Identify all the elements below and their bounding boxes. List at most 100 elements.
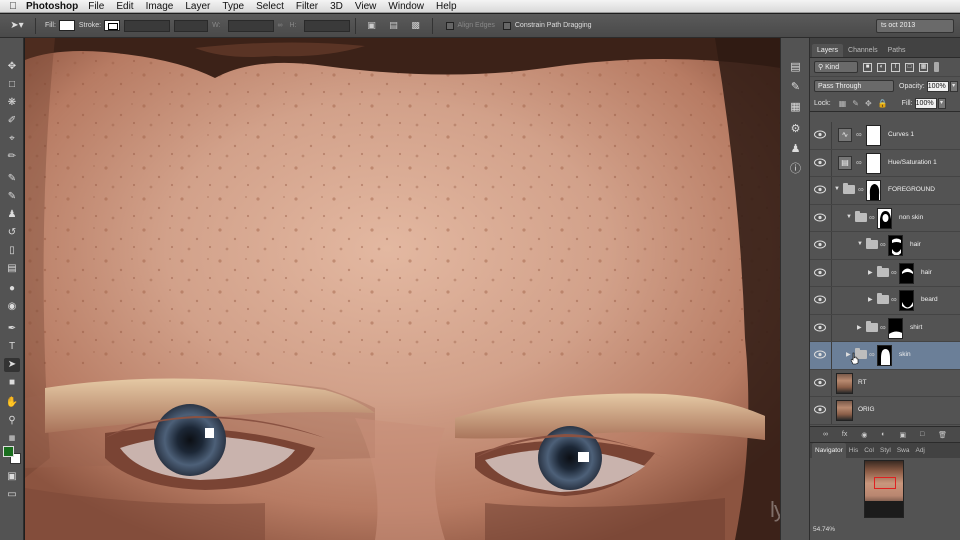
visibility-eye-icon[interactable]: [814, 295, 826, 304]
lasso-tool-icon[interactable]: ❋: [4, 96, 20, 110]
layer-row-beard-group[interactable]: ▶ ∞ beard: [810, 287, 960, 315]
visibility-eye-icon[interactable]: [814, 130, 826, 139]
layer-row-rt[interactable]: RT: [810, 369, 960, 397]
tab-paths[interactable]: Paths: [883, 44, 911, 57]
shape-tool-icon[interactable]: ■: [4, 376, 20, 390]
opacity-dropdown-icon[interactable]: ▾: [949, 80, 958, 92]
fill-dropdown-icon[interactable]: ▾: [937, 97, 946, 109]
path-selection-tool-icon[interactable]: ➤: [4, 358, 20, 372]
info-icon[interactable]: ⓘ: [787, 162, 804, 177]
lock-position-icon[interactable]: ✥: [865, 99, 872, 108]
tab-adjustments[interactable]: Adj: [912, 447, 927, 454]
new-group-icon[interactable]: ▣: [899, 431, 906, 439]
clone-stamp-tool-icon[interactable]: ♟: [4, 208, 20, 222]
align-edges-checkbox[interactable]: [445, 21, 454, 30]
visibility-eye-icon[interactable]: [814, 240, 826, 249]
stroke-type-field[interactable]: [174, 19, 209, 32]
move-tool-icon[interactable]: ✥: [4, 60, 20, 74]
tab-history[interactable]: His: [846, 447, 861, 454]
apple-icon[interactable]: : [0, 1, 26, 12]
layer-mask-thumbnail[interactable]: [888, 235, 903, 256]
filter-shape-icon[interactable]: □: [905, 62, 914, 72]
height-field[interactable]: [303, 19, 350, 32]
quick-selection-tool-icon[interactable]: ✐: [4, 114, 20, 128]
visibility-eye-icon[interactable]: [814, 378, 826, 387]
tab-styles[interactable]: Styl: [877, 447, 894, 454]
collapse-triangle-icon[interactable]: ▶: [868, 269, 873, 276]
menu-3d[interactable]: 3D: [330, 1, 343, 12]
layer-mask-thumbnail[interactable]: [899, 262, 914, 284]
stroke-width-field[interactable]: [124, 19, 171, 32]
filter-pixel-icon[interactable]: ■: [863, 62, 872, 72]
layer-mask-thumbnail[interactable]: [877, 345, 892, 366]
layer-row-orig[interactable]: ORIG: [810, 397, 960, 425]
layer-row-foreground-group[interactable]: ▼ ∞ FOREGROUND: [810, 177, 960, 205]
layer-mask-thumbnail[interactable]: [866, 152, 881, 174]
default-colors-icon[interactable]: ▦: [4, 432, 20, 446]
visibility-eye-icon[interactable]: [814, 213, 826, 222]
mask-link-icon[interactable]: ∞: [869, 213, 875, 223]
expand-triangle-icon[interactable]: ▼: [834, 186, 840, 192]
collapse-triangle-icon[interactable]: ▶: [868, 296, 873, 303]
menu-select[interactable]: Select: [256, 1, 284, 12]
filter-adjustment-icon[interactable]: ◐: [877, 62, 886, 72]
hand-tool-icon[interactable]: ✋: [4, 396, 20, 410]
lock-all-icon[interactable]: 🔒: [878, 99, 888, 108]
visibility-eye-icon[interactable]: [814, 350, 826, 359]
workspace-select[interactable]: ts oct 2013: [876, 18, 954, 33]
link-layers-icon[interactable]: ∞: [823, 431, 828, 438]
stroke-swatch[interactable]: [104, 20, 121, 31]
tab-layers[interactable]: Layers: [812, 44, 844, 57]
blur-tool-icon[interactable]: ●: [4, 282, 20, 296]
link-icon[interactable]: ∞: [278, 22, 283, 29]
visibility-eye-icon[interactable]: [814, 405, 826, 414]
path-selection-preset-icon[interactable]: ➤▾: [4, 17, 30, 35]
layer-row-non-skin-group[interactable]: ▼ ∞ non skin: [810, 204, 960, 232]
visibility-eye-icon[interactable]: [814, 158, 826, 167]
lock-transparent-icon[interactable]: ▦: [839, 99, 847, 108]
navigator-view-box[interactable]: [874, 477, 896, 489]
blend-mode-select[interactable]: Pass Through: [814, 80, 894, 92]
quick-mask-icon[interactable]: ▣: [4, 470, 20, 484]
clone-source-icon[interactable]: ♟: [787, 142, 804, 157]
layer-style-icon[interactable]: fx: [842, 431, 847, 438]
path-operations-icon[interactable]: ▣: [365, 20, 379, 32]
mask-link-icon[interactable]: ∞: [891, 268, 897, 278]
expand-triangle-icon[interactable]: ▼: [846, 214, 852, 220]
visibility-eye-icon[interactable]: [814, 268, 826, 277]
layer-mask-thumbnail[interactable]: [899, 290, 914, 311]
tab-navigator[interactable]: Navigator: [812, 442, 846, 459]
layer-mask-thumbnail[interactable]: [877, 207, 892, 229]
opacity-field[interactable]: 100%: [926, 80, 949, 92]
path-alignment-icon[interactable]: ▤: [387, 20, 401, 32]
menu-app-name[interactable]: Photoshop: [26, 1, 78, 12]
filter-toggle[interactable]: [934, 62, 939, 72]
menu-image[interactable]: Image: [146, 1, 174, 12]
menu-file[interactable]: File: [88, 1, 104, 12]
expand-triangle-icon[interactable]: ▼: [857, 241, 863, 247]
layer-thumbnail[interactable]: [836, 400, 853, 421]
tab-color[interactable]: Col: [861, 447, 877, 454]
layer-mask-thumbnail[interactable]: [866, 180, 881, 201]
menu-type[interactable]: Type: [222, 1, 244, 12]
menu-layer[interactable]: Layer: [185, 1, 210, 12]
path-arrangement-icon[interactable]: ▩: [409, 20, 423, 32]
mask-link-icon[interactable]: ∞: [869, 350, 875, 360]
layer-row-hair-subgroup[interactable]: ▶ ∞ hair: [810, 259, 960, 287]
filter-smart-object-icon[interactable]: ▦: [919, 62, 928, 72]
width-field[interactable]: [227, 19, 274, 32]
layer-mask-thumbnail[interactable]: [866, 125, 881, 146]
collapse-triangle-icon[interactable]: ▶: [857, 324, 862, 331]
dodge-tool-icon[interactable]: ◉: [4, 300, 20, 314]
tab-swatches[interactable]: Swa: [894, 447, 913, 454]
navigator-thumbnail[interactable]: [864, 460, 904, 518]
layer-row-hue-saturation[interactable]: ▤ ∞ Hue/Saturation 1: [810, 149, 960, 177]
kind-filter-select[interactable]: ⚲ Kind: [814, 61, 858, 73]
document-canvas[interactable]: [25, 38, 780, 540]
eyedropper-tool-icon[interactable]: ✏: [4, 150, 20, 164]
new-adjustment-icon[interactable]: ◐: [881, 431, 885, 438]
menu-help[interactable]: Help: [436, 1, 457, 12]
layer-row-hair-group[interactable]: ▼ ∞ hair: [810, 232, 960, 260]
add-mask-icon[interactable]: ◉: [861, 431, 867, 439]
constrain-path-checkbox[interactable]: [502, 21, 511, 30]
